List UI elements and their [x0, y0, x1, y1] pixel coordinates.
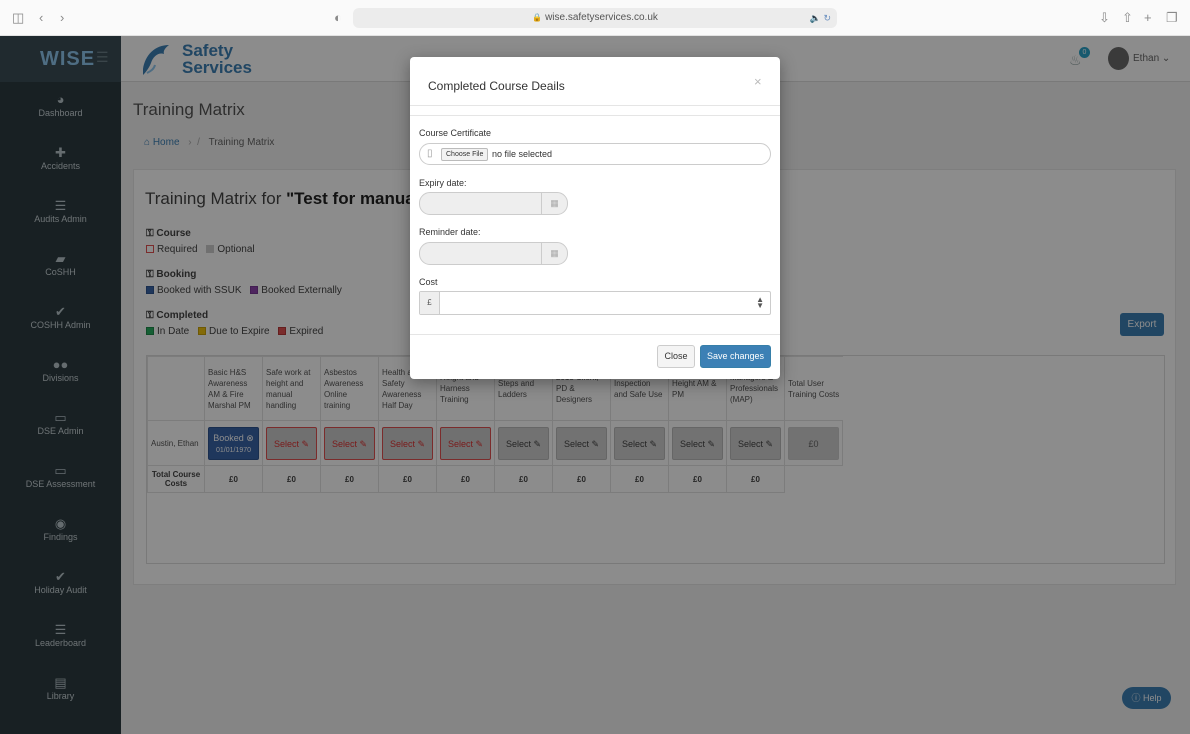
reload-icon[interactable]: 🔈 ↻ [810, 8, 831, 28]
modal-title: Completed Course Deails [428, 79, 565, 93]
shield-icon[interactable]: ◐ [334, 10, 342, 26]
cost-label: Cost [419, 277, 438, 287]
close-icon[interactable]: × [754, 74, 762, 89]
certificate-file-input[interactable]: ▯ Choose File no file selected [419, 143, 771, 165]
file-icon: ▯ [427, 148, 433, 159]
lock-icon: 🔒 [532, 13, 543, 22]
new-tab-icon[interactable]: + [1144, 10, 1152, 26]
completed-course-modal: Completed Course Deails × Course Certifi… [410, 57, 780, 379]
browser-toolbar: ◫ ‹ › ◐ 🔒 wise.safetyservices.co.uk 🔈 ↻ ⇩… [0, 0, 1190, 36]
back-icon[interactable]: ‹ [39, 10, 43, 26]
download-icon[interactable]: ⇩ [1099, 10, 1110, 26]
forward-icon[interactable]: › [60, 10, 64, 26]
tabs-icon[interactable]: ❐ [1166, 10, 1178, 26]
certificate-label: Course Certificate [419, 128, 492, 138]
cost-input[interactable]: £ ▲ ▼ [419, 291, 771, 315]
calendar-icon[interactable]: ▦ [541, 243, 567, 264]
no-file-text: no file selected [492, 149, 553, 159]
calendar-icon[interactable]: ▦ [541, 193, 567, 214]
share-icon[interactable]: ⇧ [1122, 10, 1133, 26]
reminder-date-label: Reminder date: [419, 227, 481, 237]
modal-footer-divider [410, 334, 780, 335]
choose-file-button[interactable]: Choose File [441, 148, 489, 161]
url-text: wise.safetyservices.co.uk [545, 12, 658, 23]
expiry-date-label: Expiry date: [419, 178, 467, 188]
save-changes-button[interactable]: Save changes [700, 345, 771, 368]
close-button[interactable]: Close [657, 345, 695, 368]
expiry-date-input[interactable]: ▦ [419, 192, 568, 215]
currency-symbol: £ [420, 292, 440, 314]
reminder-date-input[interactable]: ▦ [419, 242, 568, 265]
stepper-icon[interactable]: ▲ ▼ [756, 296, 764, 310]
sidebar-toggle-icon[interactable]: ◫ [12, 10, 24, 26]
modal-header-divider [410, 105, 780, 106]
address-bar[interactable]: 🔒 wise.safetyservices.co.uk 🔈 ↻ [353, 8, 837, 28]
modal-body-divider [410, 115, 780, 116]
